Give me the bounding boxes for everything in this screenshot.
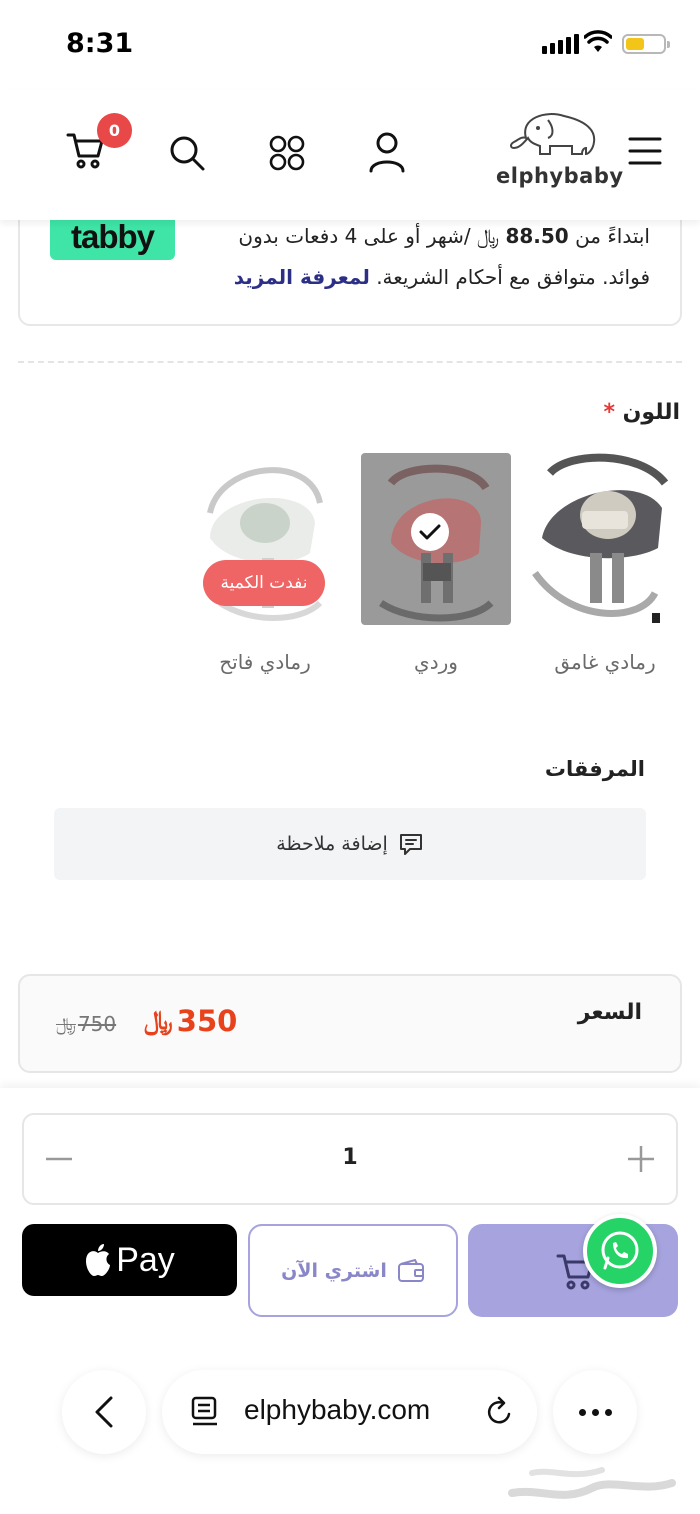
cellular-signal-icon: [542, 34, 579, 54]
color-label: اللون *: [603, 400, 680, 425]
color-option-pink[interactable]: وردي: [361, 453, 511, 674]
tabby-description: ابتداءً من 88.50 ﷼ /شهر أو على 4 دفعات ب…: [180, 216, 650, 298]
current-price: ﷼ 350: [144, 1004, 237, 1038]
tabby-text-prefix: ابتداءً من: [568, 224, 650, 248]
tabby-text-line2: فوائد. متوافق مع أحكام الشريعة.: [369, 265, 650, 289]
apple-pay-label: Pay: [116, 1240, 175, 1279]
dark-gray-swing-image: [530, 453, 680, 625]
wifi-icon: [584, 30, 612, 52]
chevron-left-icon: [95, 1396, 113, 1428]
riyal-icon: ﷼: [144, 1005, 173, 1036]
section-divider: [18, 361, 682, 363]
more-options-button[interactable]: [553, 1370, 637, 1454]
dot: [591, 1408, 599, 1416]
search-icon[interactable]: [168, 134, 206, 172]
categories-icon[interactable]: [268, 134, 306, 172]
logo-text: elphybaby: [496, 164, 624, 188]
cart-count-badge: 0: [97, 113, 132, 148]
out-of-stock-badge: نفدت الكمية: [203, 560, 325, 606]
color-label-text: اللون: [622, 400, 680, 425]
required-mark: *: [603, 400, 615, 425]
wallet-icon: [397, 1258, 424, 1282]
color-option-name: رمادي فاتح: [219, 650, 311, 674]
plus-icon: [628, 1146, 654, 1172]
current-price-value: 350: [176, 1004, 238, 1038]
status-time: 8:31: [66, 28, 134, 59]
attachments-title: المرفقات: [544, 757, 645, 781]
battery-icon: [622, 34, 670, 54]
color-option-name: رمادي غامق: [554, 650, 656, 674]
quantity-value[interactable]: 1: [24, 1145, 676, 1170]
tabby-logo: tabby: [50, 214, 175, 260]
haraj-watermark-logo: [508, 1467, 676, 1499]
brand-logo[interactable]: elphybaby: [496, 108, 624, 188]
dot: [604, 1408, 612, 1416]
browser-address-bar[interactable]: elphybaby.com: [162, 1370, 537, 1454]
add-note-label: إضافة ملاحظة: [276, 833, 388, 855]
dot: [578, 1408, 586, 1416]
buy-now-label: اشتري الآن: [281, 1259, 387, 1282]
quantity-stepper: 1: [22, 1113, 678, 1205]
selected-check-icon: [411, 513, 449, 551]
reader-mode-icon[interactable]: [190, 1396, 220, 1428]
status-bar: 8:31: [0, 0, 700, 90]
price-box: السعر ﷼ 350 ﷼ 750: [18, 974, 682, 1073]
buy-now-button[interactable]: اشتري الآن: [248, 1224, 458, 1317]
whatsapp-button[interactable]: [583, 1214, 657, 1288]
riyal-icon: ﷼: [56, 1013, 76, 1035]
site-header: 0 elphybaby: [0, 90, 700, 220]
price-label: السعر: [577, 1000, 642, 1025]
old-price: ﷼ 750: [56, 1012, 116, 1036]
reload-icon[interactable]: [485, 1396, 515, 1428]
add-note-button[interactable]: إضافة ملاحظة: [54, 808, 646, 880]
learn-more-link[interactable]: لمعرفة المزيد: [234, 265, 370, 289]
browser-back-button[interactable]: [62, 1370, 146, 1454]
apple-logo-icon: [86, 1244, 111, 1276]
color-option-dark-gray[interactable]: رمادي غامق: [530, 453, 680, 674]
old-price-value: 750: [77, 1012, 117, 1036]
apple-pay-button[interactable]: Pay: [22, 1224, 237, 1296]
user-account-icon[interactable]: [368, 131, 406, 173]
elephant-logo-icon: [510, 113, 596, 156]
tabby-amount: 88.50: [505, 224, 569, 248]
color-option-name: وردي: [414, 650, 458, 674]
whatsapp-icon: [601, 1231, 639, 1270]
note-comment-icon: [399, 834, 422, 855]
riyal-icon: ﷼: [476, 224, 506, 248]
hamburger-menu-icon[interactable]: [628, 136, 662, 166]
url-text: elphybaby.com: [244, 1394, 431, 1425]
increase-quantity-button[interactable]: [626, 1137, 656, 1181]
tabby-text-suffix: /شهر أو على 4 دفعات بدون: [238, 224, 477, 248]
